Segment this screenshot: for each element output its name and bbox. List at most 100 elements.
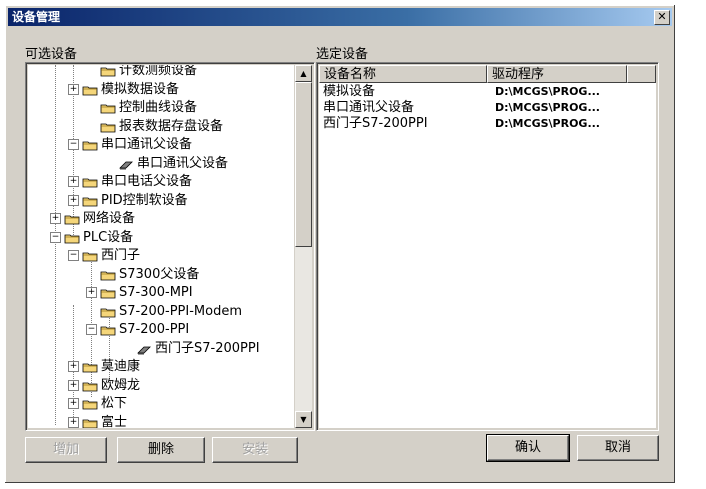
add-button[interactable]: 增加	[25, 437, 107, 463]
device-icon	[118, 158, 134, 170]
tree-folder-item[interactable]: − 西门子	[68, 247, 140, 265]
collapse-icon[interactable]: −	[50, 231, 61, 243]
driver-cell: D:\MCGS\PROG...	[495, 117, 600, 130]
tree-item-label: 西门子S7-200PPI	[155, 340, 260, 356]
scroll-thumb[interactable]	[295, 82, 312, 247]
folder-icon	[82, 84, 98, 95]
selected-devices-list[interactable]: 设备名称 驱动程序 模拟设备 D:\MCGS\PROG... 串口通讯父设备 D…	[319, 65, 656, 428]
folder-icon	[100, 65, 116, 77]
tree-scrollbar[interactable]: ▲ ▼	[295, 65, 312, 428]
selected-devices-group: 选定设备 设备名称 驱动程序 模拟设备 D:\MCGS\PROG... 串口通讯…	[316, 43, 659, 431]
expand-icon[interactable]: +	[50, 213, 61, 224]
tree-folder-item[interactable]: − PLC设备	[50, 229, 133, 247]
tree-folder-item[interactable]: + 网络设备	[50, 210, 135, 228]
available-devices-panel: 计数测频设备 + 模拟数据设备 控制曲线设备 报表数据存盘设备 − 串口通讯父设备 串口通讯父…	[25, 62, 315, 431]
tree-folder-item[interactable]: − 串口通讯父设备	[68, 136, 192, 154]
install-button[interactable]: 安装	[212, 437, 298, 463]
tree-folder-item[interactable]: S7300父设备	[86, 266, 199, 284]
folder-icon	[82, 250, 98, 262]
tree-folder-item[interactable]: + 富士	[68, 414, 128, 429]
ok-button[interactable]: 确认	[486, 434, 570, 462]
expand-icon[interactable]: +	[68, 416, 79, 428]
list-item[interactable]: 西门子S7-200PPI D:\MCGS\PROG...	[319, 116, 656, 131]
cancel-button[interactable]: 取消	[577, 435, 659, 461]
expand-icon[interactable]: +	[68, 176, 79, 187]
expand-icon[interactable]: +	[68, 194, 79, 206]
tree-item-label: 串口通讯父设备	[101, 137, 193, 152]
folder-icon	[100, 324, 116, 336]
column-header-device-name[interactable]: 设备名称	[319, 65, 487, 83]
device-icon	[136, 343, 152, 355]
list-item[interactable]: 串口通讯父设备 D:\MCGS\PROG...	[319, 100, 656, 115]
collapse-icon[interactable]: −	[86, 324, 97, 335]
tree-folder-item[interactable]: + PID控制软设备	[68, 192, 188, 210]
tree-item-label: 富士	[101, 414, 128, 429]
tree-item-label: S7-200-PPI	[119, 322, 190, 337]
folder-icon	[64, 232, 80, 243]
tree-folder-item[interactable]: + S7-300-MPI	[86, 284, 193, 302]
tree-device-item[interactable]: 串口通讯父设备	[104, 155, 228, 173]
tree-device-item[interactable]: 西门子S7-200PPI	[122, 340, 260, 358]
tree-folder-item[interactable]: 控制曲线设备	[86, 99, 197, 117]
collapse-icon[interactable]: −	[68, 250, 79, 261]
tree-folder-item[interactable]: + 莫迪康	[68, 358, 140, 376]
tree-item-label: 松下	[101, 396, 128, 411]
folder-icon	[82, 361, 98, 373]
tree-item-label: S7-200-PPI-Modem	[119, 303, 243, 319]
folder-icon	[100, 102, 116, 114]
tree-folder-item[interactable]: 计数测频设备	[86, 65, 197, 80]
folder-icon	[82, 176, 98, 188]
device-manager-window: 设备管理 ✕ 可选设备 计数测频设备 + 模拟数据设备控制曲线设备报表数据存盘设备 −…	[5, 5, 675, 483]
available-devices-label: 可选设备	[25, 47, 78, 62]
folder-icon	[82, 139, 98, 151]
tree-folder-item[interactable]: + 串口电话父设备	[68, 173, 192, 191]
expand-icon[interactable]: +	[68, 398, 79, 409]
folder-icon	[64, 213, 80, 225]
scroll-up-button[interactable]: ▲	[295, 65, 312, 82]
tree-item-label: S7-300-MPI	[119, 285, 193, 300]
tree-folder-item[interactable]: − S7-200-PPI	[86, 321, 189, 339]
driver-cell: D:\MCGS\PROG...	[495, 85, 600, 98]
folder-icon	[100, 306, 116, 317]
collapse-icon[interactable]: −	[68, 139, 79, 150]
window-title: 设备管理	[12, 10, 61, 24]
expand-icon[interactable]: +	[68, 379, 79, 391]
folder-icon	[100, 269, 116, 280]
tree-item-label: 网络设备	[83, 211, 136, 226]
tree-item-label: 莫迪康	[101, 359, 141, 374]
device-name-cell: 西门子S7-200PPI	[323, 116, 428, 131]
tree-item-label: S7300父设备	[119, 266, 200, 282]
tree-item-label: 报表数据存盘设备	[119, 118, 224, 134]
selected-devices-panel: 设备名称 驱动程序 模拟设备 D:\MCGS\PROG... 串口通讯父设备 D…	[316, 62, 659, 431]
folder-icon	[82, 417, 98, 428]
tree-folder-item[interactable]: + 松下	[68, 395, 127, 413]
folder-icon	[100, 287, 116, 299]
title-bar[interactable]: 设备管理 ✕	[8, 8, 672, 26]
expand-icon[interactable]: +	[86, 287, 97, 298]
folder-icon	[82, 398, 98, 410]
tree-item-label: 模拟数据设备	[101, 81, 180, 97]
tree-folder-item[interactable]: + 欧姆龙	[68, 377, 140, 395]
tree-item-label: 计数测频设备	[119, 65, 198, 78]
column-header-empty	[627, 65, 656, 83]
delete-button[interactable]: 删除	[117, 437, 205, 463]
tree-item-label: PLC设备	[83, 229, 134, 245]
scroll-down-button[interactable]: ▼	[295, 411, 312, 428]
selected-devices-label: 选定设备	[316, 47, 369, 62]
expand-icon[interactable]: +	[68, 361, 79, 372]
close-button[interactable]: ✕	[654, 10, 670, 25]
tree-item-label: 串口电话父设备	[101, 174, 193, 189]
tree-item-label: 西门子	[101, 248, 141, 263]
column-header-driver[interactable]: 驱动程序	[487, 65, 627, 83]
tree-folder-item[interactable]: S7-200-PPI-Modem	[86, 303, 242, 321]
tree-item-label: 控制曲线设备	[119, 100, 198, 115]
tree-folder-item[interactable]: + 模拟数据设备	[68, 81, 179, 99]
expand-icon[interactable]: +	[68, 83, 79, 95]
tree-folder-item[interactable]: 报表数据存盘设备	[86, 118, 223, 136]
available-devices-group: 可选设备 计数测频设备 + 模拟数据设备控制曲线设备报表数据存盘设备 − 串口通讯父设备…	[25, 43, 315, 431]
list-item[interactable]: 模拟设备 D:\MCGS\PROG...	[319, 84, 656, 99]
folder-icon	[82, 380, 98, 391]
device-tree[interactable]: 计数测频设备 + 模拟数据设备 控制曲线设备 报表数据存盘设备 − 串口通讯父设备 串口通讯父…	[28, 65, 294, 428]
device-name-cell: 串口通讯父设备	[323, 100, 415, 115]
driver-cell: D:\MCGS\PROG...	[495, 101, 600, 114]
